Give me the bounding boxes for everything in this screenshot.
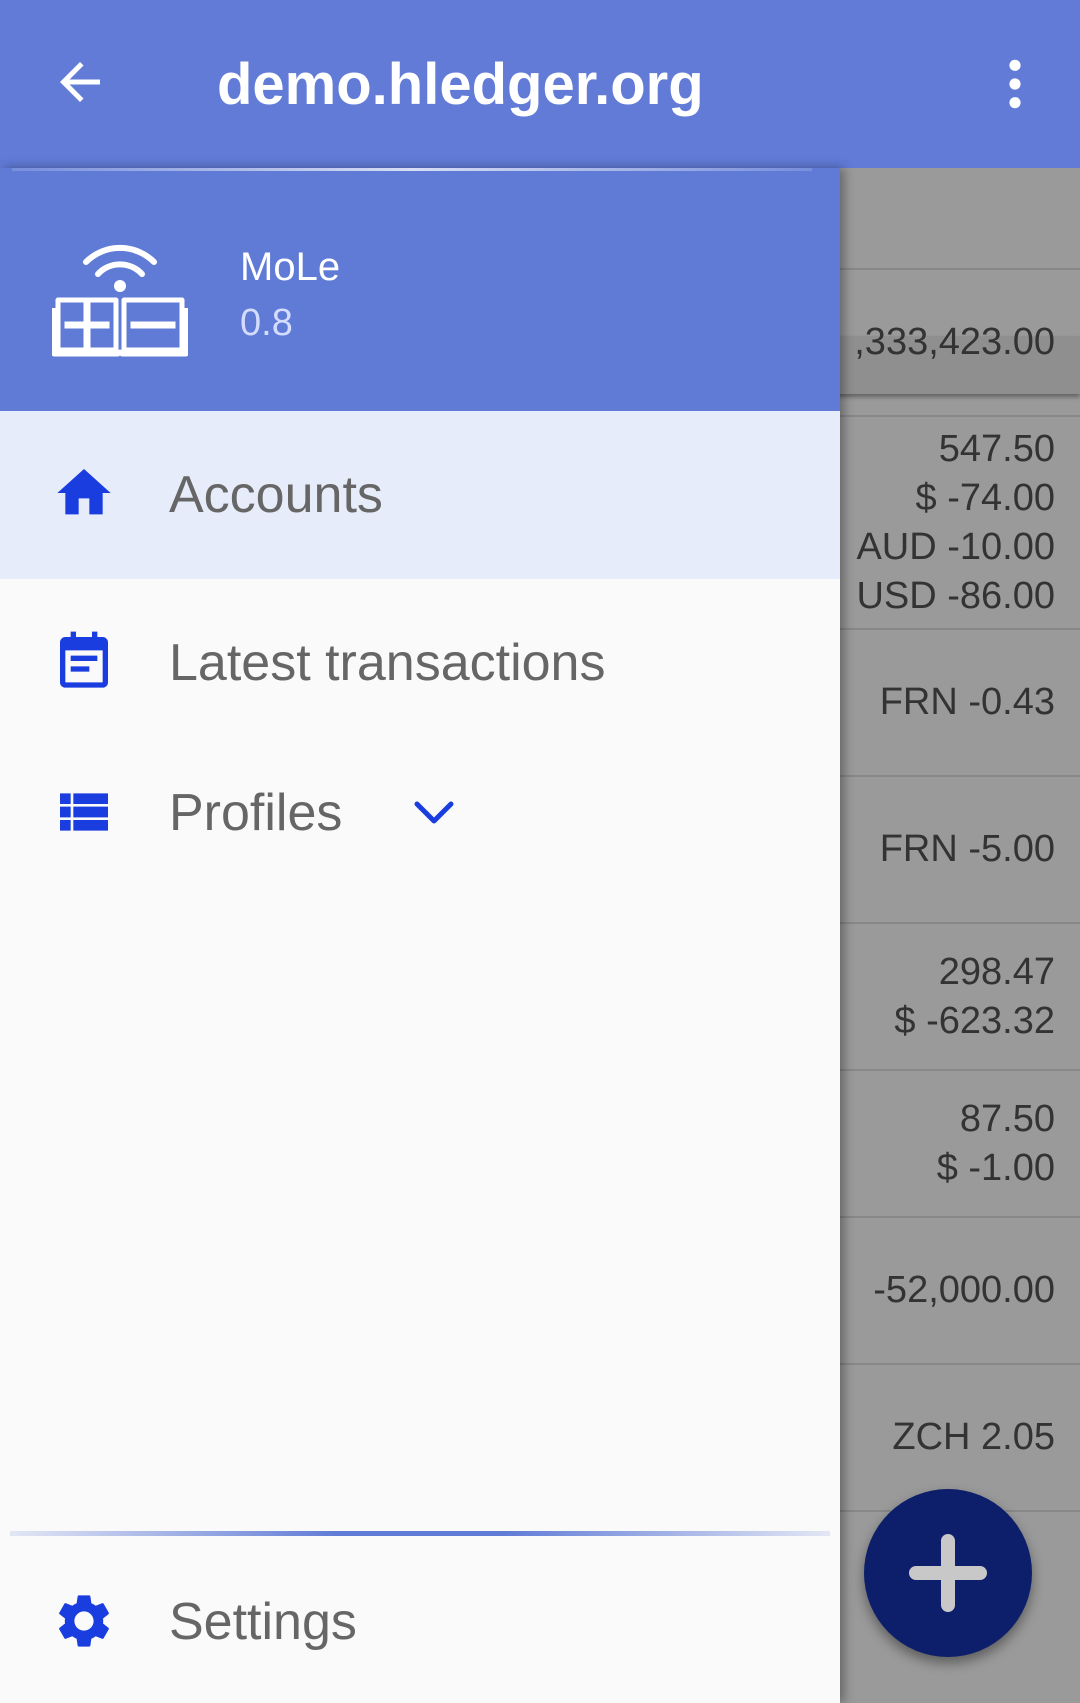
nav-item-label: Latest transactions (169, 634, 606, 692)
arrow-back-icon[interactable] (50, 52, 110, 112)
account-amount: FRN -0.43 (879, 681, 1055, 723)
account-amount: FRN -5.00 (879, 828, 1055, 870)
nav-item-settings[interactable]: Settings (0, 1538, 840, 1703)
account-amount: $ -74.00 (915, 477, 1055, 519)
nav-item-label: Profiles (169, 784, 343, 842)
nav-item-label: Settings (169, 1593, 357, 1651)
chevron-down-icon[interactable] (412, 798, 456, 828)
app-name: MoLe (240, 245, 341, 289)
app-version: 0.8 (240, 302, 293, 344)
more-vert-icon[interactable] (1000, 56, 1030, 112)
account-amount: ZCH 2.05 (892, 1416, 1055, 1458)
account-amount: ,333,423.00 (854, 321, 1055, 363)
nav-item-accounts[interactable]: Accounts (0, 411, 840, 579)
nav-item-profiles[interactable]: Profiles (0, 733, 840, 891)
add-transaction-button[interactable] (864, 1489, 1032, 1657)
list-icon (60, 793, 108, 831)
drawer-divider (10, 1531, 830, 1536)
account-amount: AUD -10.00 (856, 526, 1055, 568)
page-title: demo.hledger.org (217, 52, 704, 117)
account-amount: $ -623.32 (894, 1000, 1055, 1042)
nav-item-label: Accounts (169, 466, 383, 524)
plus-icon (909, 1534, 987, 1612)
account-amount: USD -86.00 (856, 575, 1055, 617)
gear-icon (59, 1595, 109, 1647)
drawer-header: MoLe 0.8 (0, 168, 840, 411)
mole-logo-icon (52, 244, 188, 357)
account-amount: 547.50 (938, 428, 1055, 470)
account-amount: 87.50 (959, 1098, 1055, 1140)
account-amount: -52,000.00 (873, 1269, 1055, 1311)
nav-item-latest-transactions[interactable]: Latest transactions (0, 579, 840, 747)
account-amount: $ -1.00 (936, 1147, 1055, 1189)
header-divider (12, 168, 812, 171)
home-icon (57, 469, 111, 515)
top-app-bar: demo.hledger.org (0, 0, 1080, 168)
navigation-drawer: MoLe 0.8 Accounts Latest transactions Pr… (0, 168, 840, 1703)
account-amount: 298.47 (938, 951, 1055, 993)
calendar-icon (60, 631, 108, 688)
